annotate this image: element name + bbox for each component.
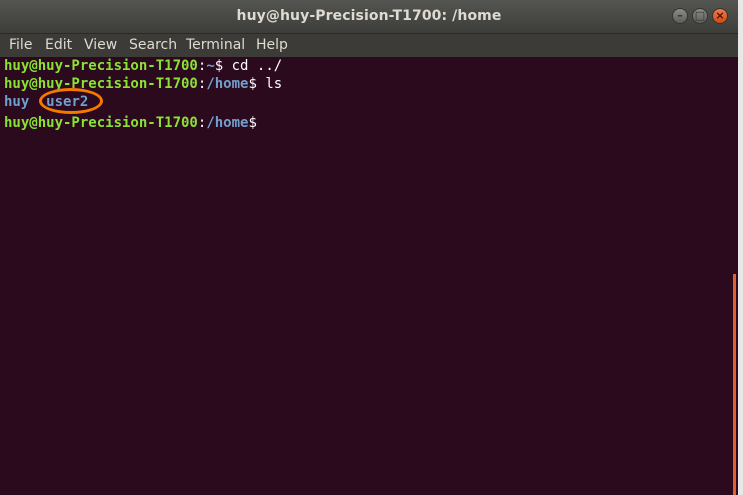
terminal-window: huy@huy-Precision-T1700: /home – □ × Fil… <box>0 0 738 495</box>
menu-terminal[interactable]: Terminal <box>186 37 245 53</box>
window-controls: – □ × <box>672 8 738 26</box>
terminal-output[interactable]: huy@huy-Precision-T1700:~$ cd ../ huy@hu… <box>0 57 735 495</box>
menu-help[interactable]: Help <box>256 37 288 53</box>
prompt-path: /home <box>206 76 249 92</box>
menu-edit[interactable]: Edit <box>45 37 72 53</box>
title-bar[interactable]: huy@huy-Precision-T1700: /home – □ × <box>0 0 738 34</box>
command-text: $ cd ../ <box>214 58 283 74</box>
scrollbar[interactable] <box>731 57 738 495</box>
annotation-circle <box>39 88 104 114</box>
prompt-path: ~ <box>206 58 215 74</box>
terminal-line: huy user2 <box>4 88 735 114</box>
menu-bar: File Edit View Search Terminal Help <box>0 34 738 57</box>
directory-entry: huy <box>4 94 30 110</box>
prompt-user: huy@huy-Precision-T1700 <box>4 76 198 92</box>
menu-view[interactable]: View <box>84 37 117 53</box>
command-text: $ ls <box>248 76 283 92</box>
menu-file[interactable]: File <box>9 37 32 53</box>
prompt-user: huy@huy-Precision-T1700 <box>4 58 198 74</box>
terminal-line: huy@huy-Precision-T1700:/home$ <box>4 111 735 131</box>
menu-search[interactable]: Search <box>129 37 177 53</box>
maximize-icon[interactable]: □ <box>692 8 708 24</box>
minimize-icon[interactable]: – <box>672 8 688 24</box>
desktop-background <box>738 0 743 495</box>
prompt-user: huy@huy-Precision-T1700 <box>4 115 198 131</box>
scrollbar-thumb[interactable] <box>733 274 736 495</box>
command-text: $ <box>248 115 266 131</box>
terminal-line: huy@huy-Precision-T1700:~$ cd ../ <box>4 57 735 75</box>
text-cursor <box>265 111 273 127</box>
window-title: huy@huy-Precision-T1700: /home <box>236 8 502 24</box>
terminal-line: huy@huy-Precision-T1700:/home$ ls <box>4 75 735 93</box>
close-icon[interactable]: × <box>712 8 728 24</box>
prompt-path: /home <box>206 115 249 131</box>
